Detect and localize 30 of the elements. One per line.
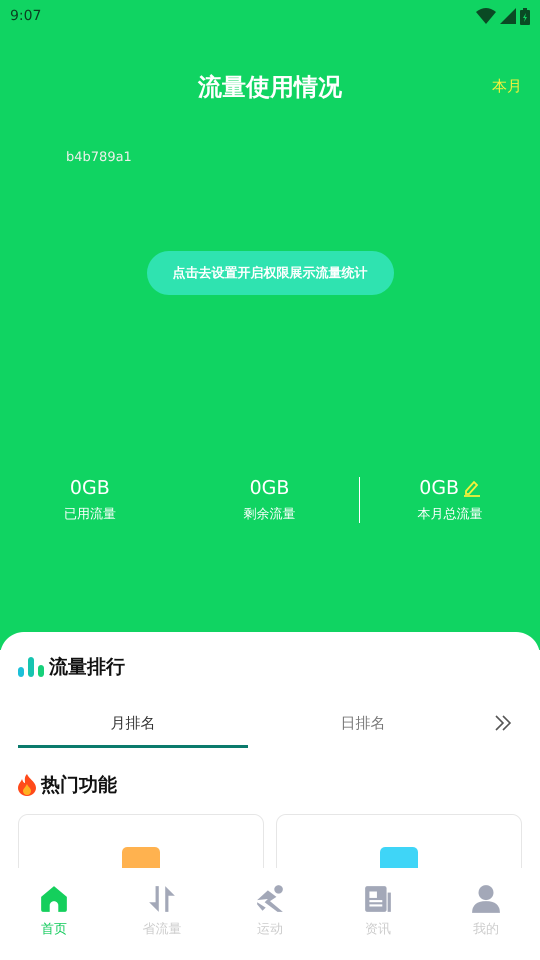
signal-icon (500, 8, 516, 24)
usage-value: 0GB (419, 477, 460, 499)
ranking-tab[interactable]: 日排名 (248, 702, 478, 748)
usage-label: 已用流量 (64, 506, 116, 523)
period-selector[interactable]: 本月 (492, 77, 522, 96)
usage-value: 0GB (250, 477, 290, 499)
bar-chart-icon (18, 657, 44, 677)
permission-button[interactable]: 点击去设置开启权限展示流量统计 (146, 251, 394, 295)
user-icon (471, 884, 501, 914)
edit-icon[interactable] (463, 479, 482, 497)
feature-icon (380, 847, 418, 868)
usage-value: 0GB (70, 477, 110, 499)
device-id: b4b789a1 (66, 150, 133, 165)
page-title: 流量使用情况 (198, 72, 342, 103)
feature-icon (122, 847, 160, 868)
section-title: 热门功能 (41, 773, 117, 798)
wifi-icon (476, 8, 496, 24)
double-chevron-icon[interactable] (494, 714, 512, 732)
run-icon (255, 884, 285, 914)
ranking-tab[interactable]: 月排名 (18, 702, 248, 748)
news-icon (363, 884, 393, 914)
usage-label: 剩余流量 (244, 506, 296, 523)
usage-label: 本月总流量 (418, 506, 483, 523)
home-icon (39, 884, 69, 914)
status-time: 9:07 (10, 8, 42, 24)
battery-icon (520, 8, 530, 24)
section-title: 流量排行 (49, 655, 125, 680)
nav-tab[interactable]: 首页 (0, 868, 108, 960)
flame-icon (18, 774, 36, 796)
swap-icon (147, 884, 177, 914)
